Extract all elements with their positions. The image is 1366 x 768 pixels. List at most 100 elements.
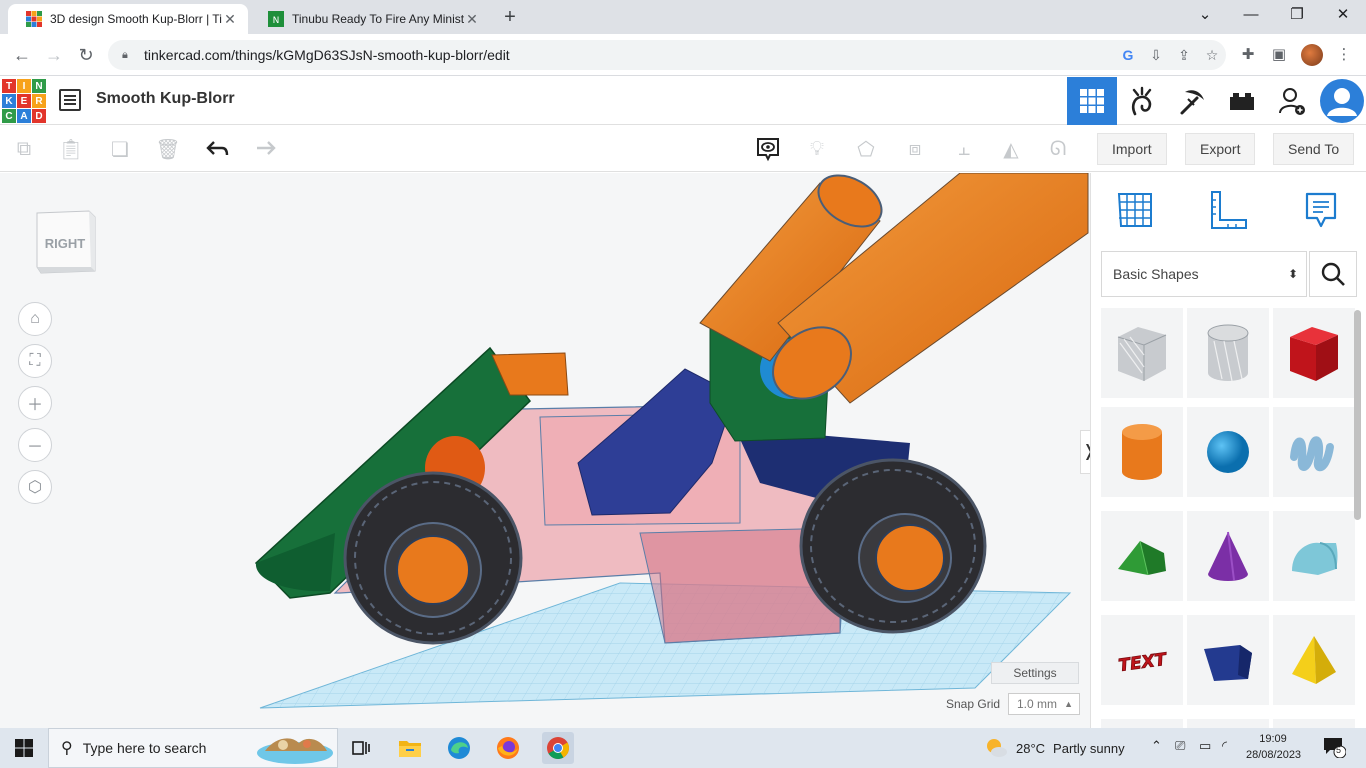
- wheel-front-left: [343, 471, 523, 645]
- wifi-icon[interactable]: ◜: [1222, 738, 1227, 754]
- design-list-icon[interactable]: [59, 89, 81, 111]
- close-window-icon[interactable]: ✕: [1320, 0, 1366, 30]
- workplane-tab[interactable]: [1113, 187, 1157, 233]
- user-avatar-button[interactable]: [1317, 77, 1366, 125]
- shape-more[interactable]: [1273, 719, 1355, 728]
- shape-wedge[interactable]: [1187, 615, 1269, 705]
- shape-scribble[interactable]: [1273, 407, 1355, 497]
- minimize-icon[interactable]: —: [1228, 0, 1274, 30]
- import-button[interactable]: Import: [1097, 133, 1167, 165]
- search-placeholder: Type here to search: [82, 740, 207, 756]
- browser-tab-news[interactable]: N Tinubu Ready To Fire Any Ministe ✕: [250, 4, 490, 34]
- extensions-icon[interactable]: ✚: [1237, 44, 1259, 66]
- duplicate-icon[interactable]: ❏: [106, 136, 134, 162]
- shape-sphere[interactable]: [1187, 407, 1269, 497]
- firefox-icon[interactable]: [494, 734, 522, 762]
- invite-user-button[interactable]: [1267, 77, 1317, 125]
- chevron-up-icon: ▲: [1064, 699, 1073, 709]
- file-explorer-icon[interactable]: [396, 734, 424, 762]
- paste-icon[interactable]: 📋︎: [57, 136, 85, 162]
- taskbar-search[interactable]: ⚲ Type here to search: [48, 728, 338, 768]
- shape-more[interactable]: [1187, 719, 1269, 728]
- reload-icon[interactable]: ↻: [73, 42, 99, 68]
- notifications-icon[interactable]: 5: [1322, 736, 1347, 761]
- settings-button[interactable]: Settings: [991, 662, 1079, 684]
- news-favicon-icon: N: [268, 11, 284, 27]
- shape-text[interactable]: TEXT: [1101, 615, 1183, 705]
- shape-solid-icon[interactable]: ⬠: [852, 136, 880, 162]
- undo-icon[interactable]: [203, 136, 231, 162]
- panel-scrollbar[interactable]: [1354, 310, 1361, 520]
- logo-letter: D: [32, 109, 46, 123]
- chrome-icon[interactable]: [542, 732, 574, 764]
- tinkercad-logo[interactable]: T I N K E R C A D: [2, 79, 46, 123]
- tab-search-icon[interactable]: ⌄: [1182, 0, 1228, 30]
- forward-icon[interactable]: →: [41, 42, 67, 68]
- note-icon: [1305, 192, 1337, 228]
- notes-view-icon[interactable]: [754, 136, 782, 162]
- redo-icon[interactable]: [251, 136, 279, 162]
- shape-box[interactable]: [1273, 308, 1355, 398]
- bookmark-star-icon[interactable]: ☆: [1198, 47, 1226, 64]
- mirror-icon[interactable]: ◭: [997, 136, 1025, 162]
- add-user-icon: [1279, 88, 1305, 115]
- shape-cylinder[interactable]: [1101, 407, 1183, 497]
- delete-icon[interactable]: 🗑︎: [154, 136, 182, 162]
- browser-menu-icon[interactable]: ⋮: [1333, 44, 1355, 66]
- copy-icon[interactable]: ⧉: [10, 136, 38, 162]
- export-button[interactable]: Export: [1185, 133, 1256, 165]
- group-icon[interactable]: ⧈: [901, 136, 929, 162]
- ruler-tab[interactable]: [1206, 187, 1250, 233]
- box-hole-icon: [1117, 327, 1167, 381]
- edge-icon[interactable]: [445, 734, 473, 762]
- snap-grid-value: 1.0 mm: [1017, 697, 1058, 711]
- lightbulb-icon[interactable]: 💡︎: [803, 136, 831, 162]
- shape-category-select[interactable]: Basic Shapes ⬍: [1101, 251, 1307, 297]
- send-to-button[interactable]: Send To: [1273, 133, 1355, 165]
- shape-cylinder-hole[interactable]: [1187, 308, 1269, 398]
- workplane-icon: [1117, 193, 1152, 227]
- 3d-workspace[interactable]: RIGHT ⌂ ⛶ ＋ － ⬡ Settings Snap Grid 1.0 m…: [0, 173, 1090, 728]
- new-tab-button[interactable]: +: [498, 6, 522, 30]
- 3d-view-button[interactable]: [1067, 77, 1117, 125]
- close-tab-icon[interactable]: ✕: [222, 11, 238, 28]
- bricks-button[interactable]: [1167, 77, 1217, 125]
- start-button[interactable]: [10, 734, 38, 762]
- omnibox[interactable]: 🔒︎ tinkercad.com/things/kGMgD63SJsN-smoo…: [108, 40, 1226, 70]
- browser-tab-tinkercad[interactable]: 3D design Smooth Kup-Blorr | Tir ✕: [8, 4, 248, 34]
- shape-more[interactable]: [1101, 719, 1183, 728]
- design-title[interactable]: Smooth Kup-Blorr: [96, 90, 235, 108]
- notes-tab[interactable]: [1299, 187, 1343, 233]
- lego-bricks-button[interactable]: [1217, 77, 1267, 125]
- google-icon[interactable]: G: [1114, 47, 1142, 63]
- snap-grid-select[interactable]: 1.0 mm ▲: [1008, 693, 1080, 715]
- scribble-icon: [1290, 436, 1334, 472]
- battery-icon[interactable]: ▭: [1199, 738, 1211, 754]
- show-hidden-icons[interactable]: ⌃: [1151, 738, 1162, 754]
- back-icon[interactable]: ←: [9, 42, 35, 68]
- partly-sunny-icon: [987, 739, 1007, 757]
- close-tab-icon[interactable]: ✕: [464, 11, 480, 28]
- tab-title: 3D design Smooth Kup-Blorr | Tir: [50, 12, 222, 26]
- shape-cone[interactable]: [1187, 511, 1269, 601]
- logo-letter: E: [17, 94, 31, 108]
- install-icon[interactable]: ⇩: [1142, 47, 1170, 64]
- share-icon[interactable]: ⇪: [1170, 47, 1198, 64]
- browser-profile-avatar[interactable]: [1301, 44, 1323, 66]
- weather-widget[interactable]: 28°C Partly sunny: [984, 728, 1125, 768]
- blocks-button[interactable]: [1117, 77, 1167, 125]
- taskbar-clock[interactable]: 19:09 28/08/2023: [1246, 731, 1301, 763]
- cruise-icon[interactable]: ᘏ: [1044, 136, 1072, 162]
- design-scene[interactable]: [0, 173, 1090, 728]
- align-icon[interactable]: ⫠: [950, 136, 978, 162]
- shape-box-hole[interactable]: [1101, 308, 1183, 398]
- shape-round-roof[interactable]: [1273, 511, 1355, 601]
- tinkercad-header: T I N K E R C A D Smooth Kup-Blorr: [0, 77, 1366, 125]
- shape-roof[interactable]: [1101, 511, 1183, 601]
- meet-now-icon[interactable]: ⎚: [1175, 738, 1185, 754]
- task-view-icon[interactable]: [347, 734, 375, 762]
- side-panel-icon[interactable]: ▣: [1268, 44, 1290, 66]
- shape-search-button[interactable]: [1309, 251, 1357, 297]
- restore-icon[interactable]: ❐: [1274, 0, 1320, 30]
- shape-pyramid[interactable]: [1273, 615, 1355, 705]
